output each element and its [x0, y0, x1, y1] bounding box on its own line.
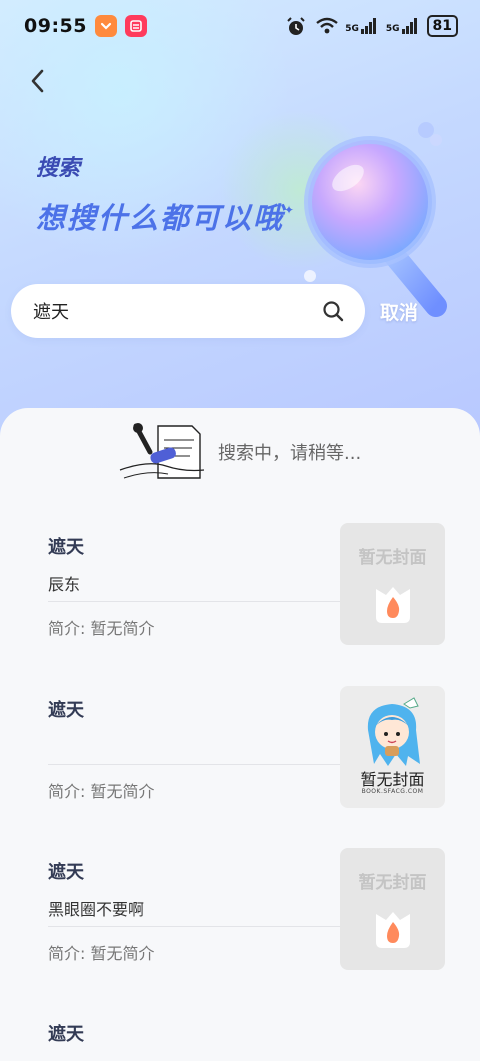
search-box[interactable]: [11, 284, 365, 338]
book-cover[interactable]: 暂无封面: [340, 848, 445, 970]
chevron-left-icon: [31, 69, 44, 93]
signal-5g-icon-1: 5G: [345, 18, 378, 34]
loading-indicator: 搜索中，请稍等...: [118, 420, 361, 484]
result-intro: 简介: 暂无简介: [48, 944, 155, 963]
result-title: 遮天: [48, 1024, 84, 1045]
alarm-icon: [285, 17, 307, 35]
search-result-item[interactable]: 遮天 辰东 简介: 暂无简介 暂无封面: [0, 523, 480, 663]
shopping-app-icon: [124, 15, 147, 37]
status-time: 09:55: [24, 15, 87, 37]
page-title: 搜索: [36, 156, 81, 181]
search-row: 取消: [11, 284, 471, 338]
app-logo-icon: [376, 587, 410, 623]
back-button[interactable]: [24, 66, 50, 96]
writing-hand-icon: [119, 423, 205, 479]
battery-indicator: 81: [426, 15, 458, 37]
result-intro: 简介: 暂无简介: [48, 619, 155, 638]
book-cover[interactable]: 暂无封面: [340, 523, 445, 645]
loading-text: 搜索中，请稍等...: [218, 443, 362, 464]
wifi-icon: [315, 17, 338, 35]
search-result-item[interactable]: 遮天 简介: 暂无简介 暂无封面 BOOK.SFACG.COM: [0, 686, 480, 826]
result-divider: [48, 764, 342, 765]
page-subtitle: 想搜什么都可以哦✦: [36, 195, 296, 237]
search-result-item[interactable]: 遮天: [0, 1010, 480, 1061]
cover-placeholder-text: 暂无封面: [358, 548, 427, 568]
sparkle-icon: ✦: [284, 203, 297, 217]
cover-placeholder-text: 暂无封面: [358, 873, 427, 893]
cover-site-text: BOOK.SFACG.COM: [361, 788, 424, 795]
page-subtitle-text: 想搜什么都可以哦: [36, 201, 285, 235]
result-title: 遮天: [48, 700, 84, 721]
result-author: 黑眼圈不要啊: [48, 900, 145, 919]
result-title: 遮天: [48, 537, 84, 558]
result-author: 辰东: [48, 575, 81, 594]
result-intro: 简介: 暂无简介: [48, 782, 155, 801]
app-notification-icon: [94, 15, 117, 37]
cover-placeholder-text: 暂无封面: [360, 770, 425, 789]
cancel-button[interactable]: 取消: [380, 298, 418, 325]
search-input[interactable]: [33, 300, 321, 322]
app-logo-icon: [376, 912, 410, 948]
signal-5g-icon-2: 5G: [386, 18, 419, 34]
result-divider: [48, 926, 342, 927]
book-cover[interactable]: 暂无封面 BOOK.SFACG.COM: [340, 686, 445, 808]
search-icon[interactable]: [321, 299, 345, 323]
network-label-1: 5G: [345, 24, 359, 34]
status-bar: 09:55 5G 5G 81: [0, 0, 480, 52]
network-label-2: 5G: [385, 24, 400, 34]
result-divider: [48, 601, 342, 602]
anime-girl-mascot-icon: [367, 697, 420, 766]
result-title: 遮天: [48, 862, 84, 883]
search-result-item[interactable]: 遮天 黑眼圈不要啊 简介: 暂无简介 暂无封面: [0, 848, 480, 988]
